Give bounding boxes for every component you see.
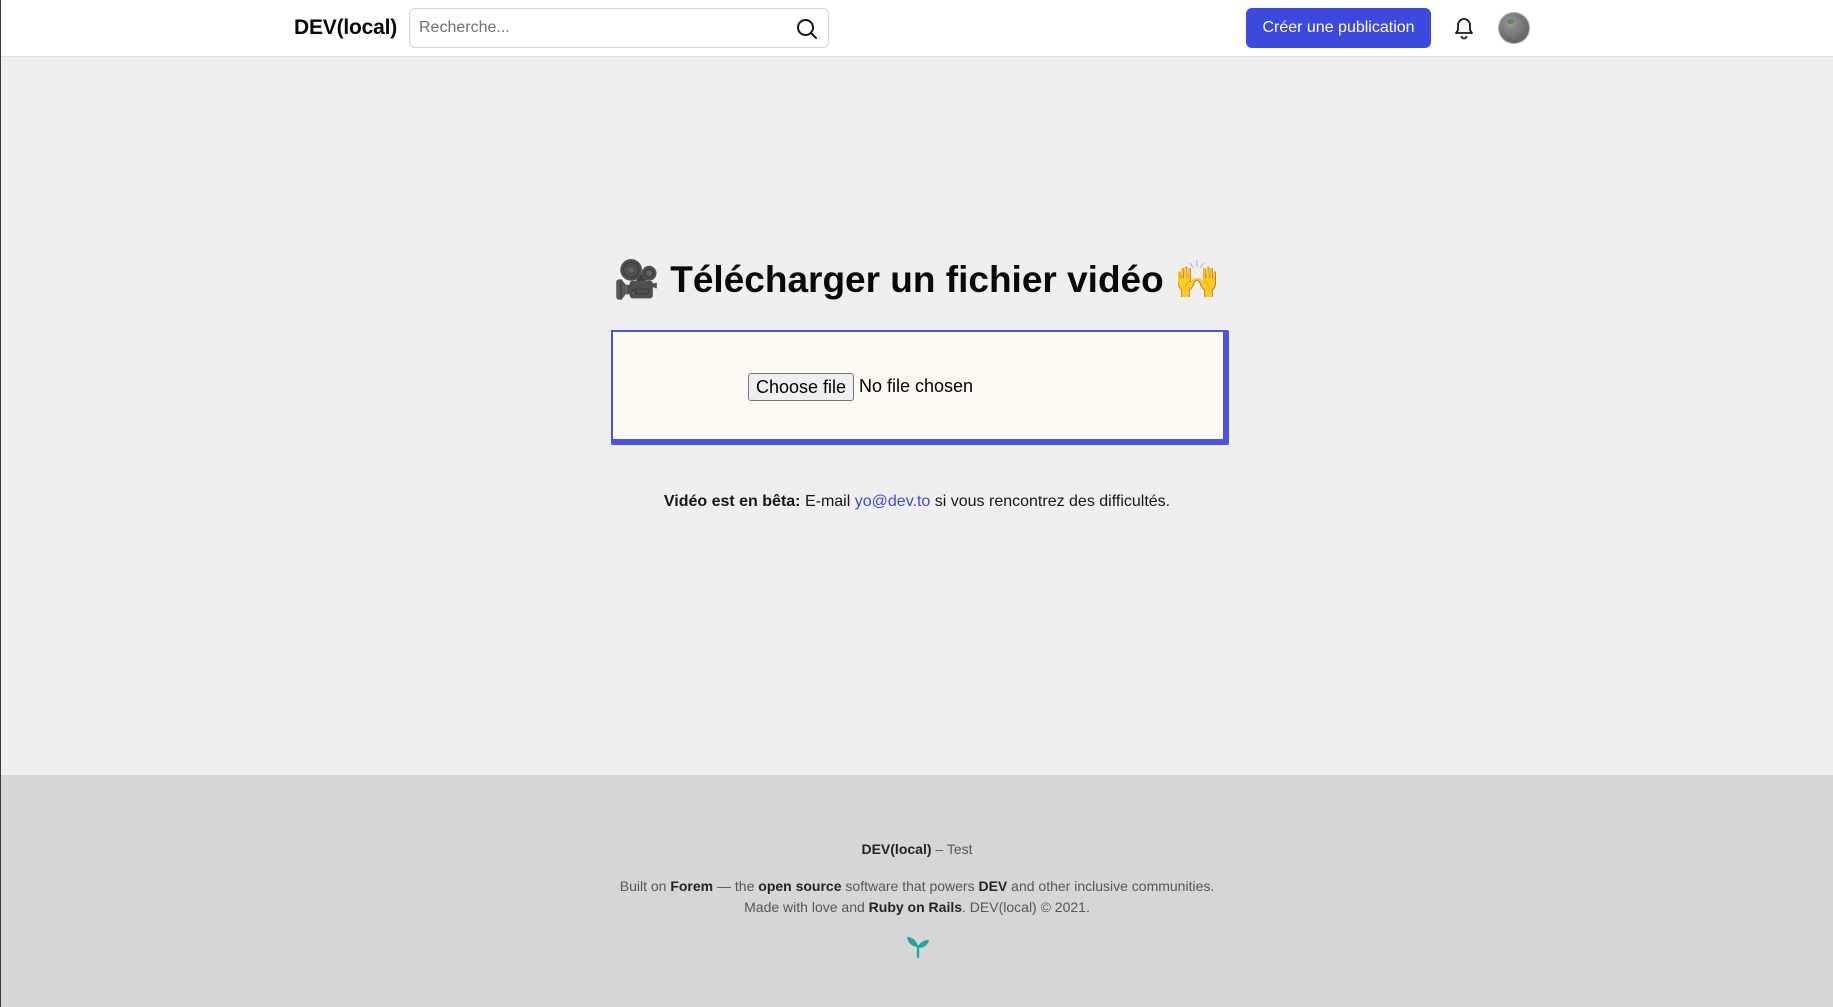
search-form (409, 8, 829, 48)
video-camera-icon: 🎥 (613, 258, 660, 301)
file-status: No file chosen (859, 376, 974, 396)
site-footer: DEV(local) – Test Built on Forem — the o… (1, 775, 1833, 1007)
search-button[interactable] (792, 14, 822, 44)
search-icon (797, 19, 817, 39)
footer-text: software that powers (845, 878, 975, 894)
bell-icon (1455, 18, 1473, 40)
footer-text: and other inclusive communities. (1011, 878, 1215, 894)
video-upload-box[interactable]: Choose file No file chosen (611, 330, 1225, 441)
forem-sprout-icon[interactable] (905, 933, 931, 959)
beta-prefix: E-mail (804, 493, 851, 510)
create-post-button[interactable]: Créer une publication (1246, 8, 1431, 48)
page-title-text: Télécharger un fichier vidéo (670, 259, 1164, 300)
avatar[interactable] (1498, 12, 1530, 44)
raised-hands-icon: 🙌 (1174, 258, 1221, 301)
video-upload-dropzone: Choose file No file chosen (611, 330, 1229, 445)
footer-text: — the (717, 878, 755, 894)
beta-notice: Vidéo est en bêta: E-mail yo@dev.to si v… (1, 493, 1833, 511)
ruby-on-rails-link[interactable]: Ruby on Rails (869, 899, 962, 915)
footer-built-on: Built on Forem — the open source softwar… (1, 878, 1833, 894)
top-header: DEV(local) Créer une publication (1, 0, 1833, 57)
page-title: 🎥 Télécharger un fichier vidéo 🙌 (1, 258, 1833, 302)
site-logo[interactable]: DEV(local) (294, 16, 397, 40)
footer-text: Built on (619, 878, 667, 894)
footer-site-suffix: – Test (935, 841, 973, 857)
support-email-link[interactable]: yo@dev.to (855, 493, 931, 510)
footer-copyright: . DEV(local) © 2021. (962, 899, 1090, 915)
footer-text: Made with love and (744, 899, 865, 915)
footer-site-name[interactable]: DEV(local) (861, 841, 931, 857)
notifications-button[interactable] (1448, 12, 1480, 44)
avatar-image (1507, 19, 1514, 24)
footer-made-with: Made with love and Ruby on Rails. DEV(lo… (1, 899, 1833, 915)
choose-file-button[interactable]: Choose file (748, 373, 855, 401)
forem-link[interactable]: Forem (670, 878, 713, 894)
open-source-link[interactable]: open source (758, 878, 841, 894)
dev-link[interactable]: DEV (978, 878, 1007, 894)
search-input[interactable] (411, 10, 781, 46)
footer-site-line: DEV(local) – Test (1, 841, 1833, 857)
beta-suffix: si vous rencontrez des difficultés. (934, 493, 1171, 510)
beta-label: Vidéo est en bêta: (663, 493, 801, 510)
